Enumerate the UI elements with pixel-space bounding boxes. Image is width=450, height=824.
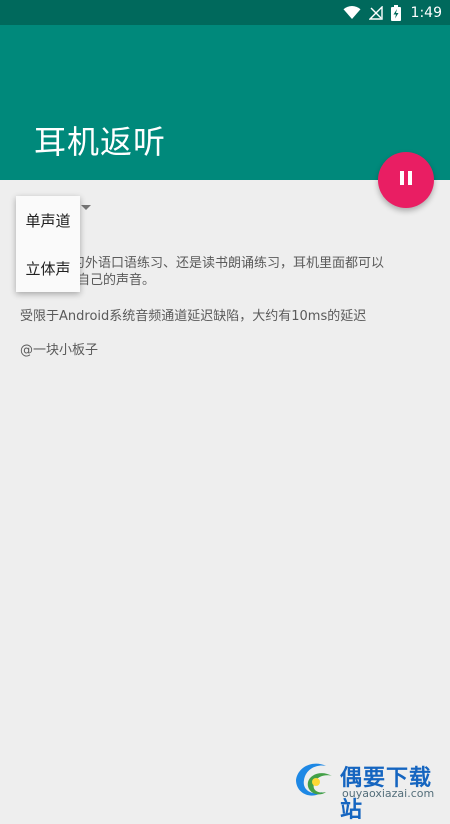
author-credit: @一块小板子 <box>20 343 99 358</box>
watermark-url: ouyaoxiazai.com <box>342 787 435 800</box>
status-time: 1:49 <box>410 4 442 21</box>
pause-icon <box>399 170 413 190</box>
battery-charging-icon <box>390 4 401 21</box>
status-bar: 1:49 <box>0 0 450 25</box>
description-text: 学习外语口语练习、还是读书朗诵练习，耳机里面都可以 自己的声音。 <box>20 255 430 289</box>
channel-mode-menu: 单声道 立体声 <box>16 196 80 292</box>
app-bar: 耳机返听 <box>0 25 450 180</box>
watermark: 偶要下载站 ouyaoxiazai.com <box>290 756 450 823</box>
pause-button[interactable] <box>378 152 434 208</box>
no-signal-icon <box>368 5 383 20</box>
description-line-1: 学习外语口语练习、还是读书朗诵练习，耳机里面都可以 <box>59 256 385 271</box>
status-icons: 1:49 <box>343 0 442 25</box>
latency-note: 受限于Android系统音频通道延迟缺陷，大约有10ms的延迟 <box>20 309 367 324</box>
description-line-2: 自己的声音。 <box>77 273 156 288</box>
app-title: 耳机返听 <box>34 123 167 161</box>
menu-item-stereo[interactable]: 立体声 <box>16 246 80 290</box>
menu-item-mono[interactable]: 单声道 <box>16 198 80 242</box>
wifi-icon <box>343 5 361 20</box>
watermark-logo-icon <box>292 758 336 804</box>
dropdown-arrow-icon[interactable] <box>81 205 91 210</box>
